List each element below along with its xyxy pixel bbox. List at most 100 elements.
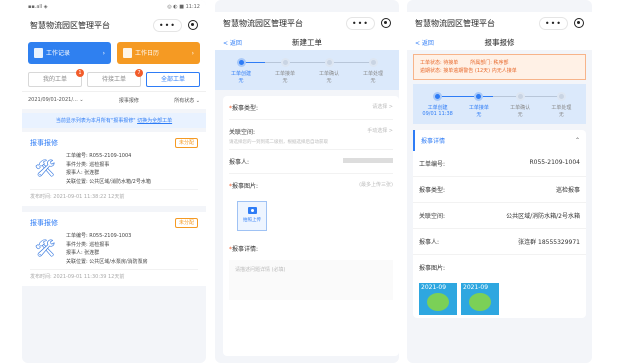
list-notice: 当前显示列表为本月所有"报事报修" 切换为全部工单 <box>22 113 206 128</box>
new-order-screen: 智慧物流园区管理平台 ••• < 返回 新建工单 工单创建 无 工单接单 无 工… <box>215 0 399 363</box>
status-badge: 未分配 <box>174 218 198 228</box>
field-value: 请选择 > <box>372 104 393 110</box>
notice-text: 当前显示列表为本月所有"报事报修" <box>55 118 136 124</box>
tab-label: 全部工单 <box>160 76 185 83</box>
step-confirmed: 工单确认 无 <box>311 58 347 90</box>
thumb-date: 2021-09 <box>421 284 447 291</box>
field-value: 手动选择 > <box>367 128 393 134</box>
publish-time: 发布时间: 2021-09-01 11:38:22 12天前 <box>30 189 198 200</box>
photo-upload-button[interactable]: 拍照上传 <box>237 201 267 231</box>
work-record-label: 工作记录 <box>46 49 71 57</box>
app-title: 智慧物流园区管理平台 <box>30 20 110 30</box>
more-icon[interactable]: ••• <box>152 18 182 32</box>
order-card[interactable]: 报事报修 未分配 🛠 工单编号: R055-2109-1003 事件分类: 巡检报… <box>22 212 206 286</box>
desc-textarea[interactable]: 请描述问题详情 (必填) <box>229 260 393 300</box>
reporter: 报事人: 张连群 <box>66 170 100 176</box>
step-created: 工单创建 无 <box>223 58 259 90</box>
tab-label: 我的工单 <box>42 76 67 83</box>
field-label: 报事详情: <box>232 246 259 253</box>
camera-icon <box>247 207 257 214</box>
step-accepted: 工单接单 无 <box>267 58 303 90</box>
progress-steps: 工单创建 无 工单接单 无 工单确认 无 工单处理 无 <box>215 50 399 90</box>
thumb-date: 2021-09 <box>463 284 489 291</box>
app-header: 智慧物流园区管理平台 ••• <box>407 12 592 34</box>
step-created: 工单创建 09/01 11:38 <box>420 92 456 124</box>
step-accepted: 工单接单 无 <box>461 92 497 124</box>
detail-header[interactable]: 报事详情 ⌃ <box>413 130 586 151</box>
space-hint: 请选择您的一到到或二级别，根据选择后自动获取 <box>229 139 393 150</box>
event-category: 事件分类: 巡检报事 <box>66 161 110 168</box>
status-signal: ▪▪.all ◈ <box>28 4 48 10</box>
field-label: 关联空间: <box>229 129 256 136</box>
status-filter[interactable]: 所有状态 ⌄ <box>174 97 200 104</box>
nav-bar: < 返回 报事报修 <box>407 34 592 50</box>
order-number: 工单编号: R055-2109-1004 <box>66 153 132 159</box>
nav-bar: < 返回 新建工单 <box>215 34 399 50</box>
back-button[interactable]: < 返回 <box>415 38 434 47</box>
switch-all-link[interactable]: 切换为全部工单 <box>137 118 172 124</box>
location: 关联位置: 公共区域/水泵房/消防泵房 <box>66 258 148 265</box>
type-filter[interactable]: 报事报修 <box>119 97 139 104</box>
order-form: *报事类型: 请选择 > 关联空间: 手动选择 > 请选择您的一到到或二级别，根据选… <box>223 96 399 356</box>
card-title: 报事报修 <box>30 219 58 227</box>
detail-panel: 报事详情 ⌃ 工单编号: R055-2109-1004 报事类型: 巡检报事 关联空间… <box>413 130 586 318</box>
reporter: 报事人: 张连群 <box>66 250 100 256</box>
image-thumbnail[interactable]: 2021-09 <box>461 283 499 315</box>
page-title: 新建工单 <box>292 37 322 47</box>
tab-my-orders[interactable]: 我的工单 1 <box>28 69 84 87</box>
work-order-list-screen: ▪▪.all ◈ ◎ ◐ ■ 11:12 智慧物流园区管理平台 ••• 工作记录… <box>22 0 206 363</box>
detail-row: 报事类型: 巡检报事 <box>413 177 586 203</box>
wechat-icon <box>427 293 449 311</box>
record-icon <box>34 48 43 59</box>
work-record-button[interactable]: 工作记录 › <box>28 42 111 64</box>
card-title: 报事报修 <box>30 139 58 147</box>
status-time: ◎ ◐ ■ 11:12 <box>167 4 200 10</box>
app-header: 智慧物流园区管理平台 ••• <box>215 12 399 34</box>
image-thumbnail[interactable]: 2021-09 <box>419 283 457 315</box>
image-field: *报事图片: (最多上传三张) <box>229 182 393 190</box>
warning-banner: 工单状态: 待接单 所属部门: 秩序部 逾期状态: 接单逾期警告 (12天) 内无… <box>413 54 586 80</box>
chevron-right-icon: › <box>191 49 194 57</box>
quick-actions: 工作记录 › 工作日历 › <box>22 36 206 64</box>
mini-program-capsule: ••• <box>345 16 391 30</box>
field-label: 报事人: <box>229 159 250 166</box>
publish-time: 发布时间: 2021-09-01 11:30:39 12天前 <box>30 269 198 280</box>
order-card[interactable]: 报事报修 未分配 🛠 工单编号: R055-2109-1004 事件分类: 巡检报… <box>22 132 206 206</box>
desc-field: *报事详情: <box>229 246 259 253</box>
close-target-icon[interactable] <box>188 20 198 30</box>
reporter-field[interactable]: 报事人: <box>229 150 393 174</box>
tab-pending-orders[interactable]: 待接工单 7 <box>87 69 143 87</box>
chevron-up-icon: ⌃ <box>574 137 580 144</box>
field-label: 报事图片: <box>232 183 259 190</box>
order-detail-screen: 智慧物流园区管理平台 ••• < 返回 报事报修 工单状态: 待接单 所属部门: … <box>407 0 592 363</box>
image-thumbnails: 2021-09 2021-09 <box>413 280 586 318</box>
work-calendar-label: 工作日历 <box>135 49 160 57</box>
count-badge: 7 <box>135 69 143 77</box>
location: 关联位置: 公共区域/消防水箱/2号水箱 <box>66 178 151 185</box>
app-title: 智慧物流园区管理平台 <box>415 18 495 28</box>
mini-program-capsule: ••• <box>538 16 584 30</box>
close-target-icon[interactable] <box>381 18 391 28</box>
report-type-select[interactable]: *报事类型: 请选择 > <box>229 96 393 120</box>
more-icon[interactable]: ••• <box>345 16 375 30</box>
tab-label: 待接工单 <box>101 76 126 83</box>
progress-steps: 工单创建 09/01 11:38 工单接单 无 工单确认 无 工单处理 无 <box>413 84 586 124</box>
card-fields: 工单编号: R055-2109-1004 事件分类: 巡检报事 报事人: 张连群… <box>66 152 151 186</box>
date-range-filter[interactable]: 2021/09/01-2021/... ⌄ <box>28 97 84 104</box>
overdue-status: 逾期状态: 接单逾期警告 (12天) 内无人接单 <box>420 68 517 74</box>
image-hint: (最多上传三张) <box>359 182 393 188</box>
order-status: 工单状态: 待接单 <box>420 60 459 66</box>
more-icon[interactable]: ••• <box>538 16 568 30</box>
app-header: 智慧物流园区管理平台 ••• <box>22 14 206 36</box>
event-category: 事件分类: 巡检报事 <box>66 241 110 248</box>
repair-tools-icon: 🛠 <box>34 239 56 259</box>
status-badge: 未分配 <box>174 138 198 148</box>
back-button[interactable]: < 返回 <box>223 38 242 47</box>
detail-title: 报事详情 <box>421 138 446 145</box>
count-badge: 1 <box>76 69 84 77</box>
tab-all-orders[interactable]: 全部工单 <box>146 72 200 87</box>
image-label-row: 报事图片: <box>419 265 446 272</box>
close-target-icon[interactable] <box>574 18 584 28</box>
repair-tools-icon: 🛠 <box>34 159 56 179</box>
work-calendar-button[interactable]: 工作日历 › <box>117 42 200 64</box>
